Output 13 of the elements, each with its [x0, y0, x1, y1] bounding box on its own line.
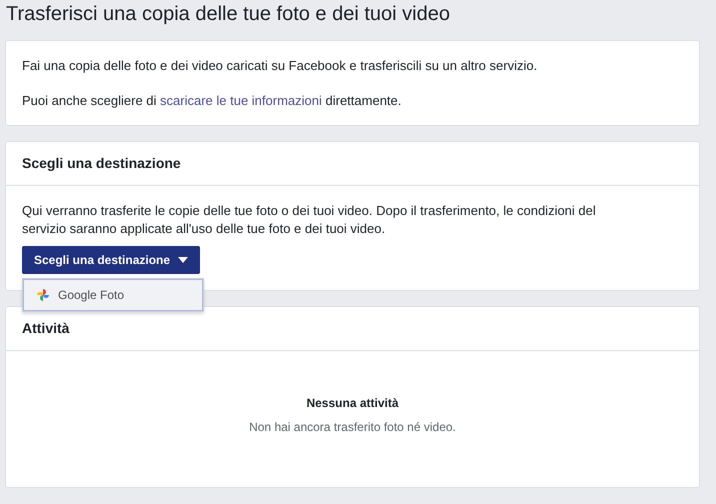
card-title: Scegli una destinazione: [6, 142, 699, 186]
destination-dropdown[interactable]: Scegli una destinazione: [22, 246, 200, 274]
empty-title: Nessuna attività: [306, 396, 399, 410]
menu-item[interactable]: Google Foto: [23, 279, 203, 311]
download-link[interactable]: scaricare le tue informazioni: [160, 93, 322, 108]
intro-text: Fai una copia delle foto e dei video caricati su Facebook e trasferiscili su un altro servizio.: [22, 57, 538, 75]
empty-text: Non hai ancora trasferito foto né video.: [249, 420, 456, 434]
download-text: Puoi anche scegliere di scaricare le tue informazioni direttamente.: [22, 92, 402, 110]
pinwheel-icon: [36, 288, 50, 302]
caret-icon: [178, 257, 188, 263]
card-title: Attività: [6, 307, 699, 351]
destination-description: Qui verranno trasferite le copie delle tue foto o dei tuoi video. Dopo il trasferimento, le condizioni del servizio saranno applicate all'uso delle tue foto e dei tuoi video.: [22, 202, 597, 238]
page-title: Trasferisci una copia delle tue foto e dei tuoi video: [5, 2, 451, 27]
